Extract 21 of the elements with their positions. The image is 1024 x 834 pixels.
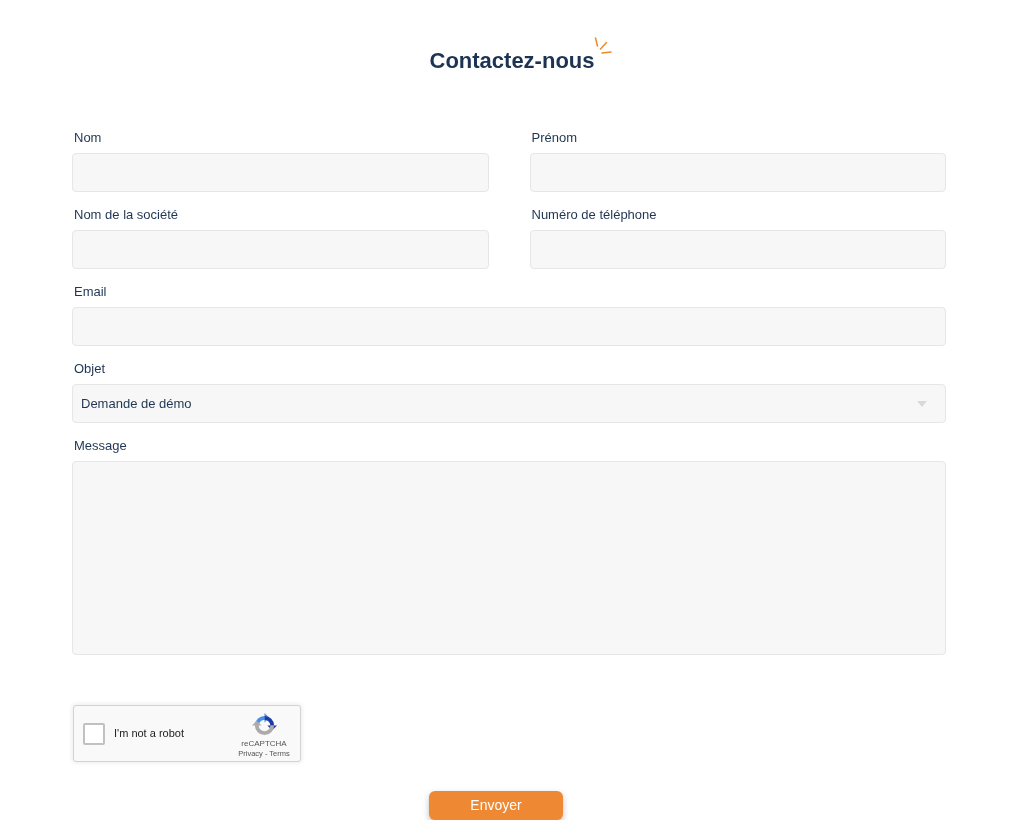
captcha-label: I'm not a robot [114,726,184,742]
circular-arrows-icon [251,712,277,738]
message-field[interactable] [72,461,946,655]
checkbox[interactable] [83,722,105,745]
select-field[interactable]: Demande de démo [72,384,946,423]
input-field[interactable] [72,307,946,346]
input-field[interactable] [72,153,489,192]
input-field[interactable] [529,230,946,269]
captcha-brand-text: reCAPTCHA [241,738,287,749]
sparkle-icon [593,37,612,57]
field-label: Email [73,284,107,300]
input-field[interactable] [72,230,489,269]
field-label: Message [73,438,127,454]
field-label: Numéro de téléphone [530,207,657,223]
caret-icon [917,400,927,407]
field-label: Nom de la société [73,207,179,223]
field-label: Prénom [530,130,578,146]
field-label: Objet [73,361,106,377]
page-title: Contactez-nous [429,47,595,75]
input-field[interactable] [529,153,946,192]
field-label: Nom [73,130,102,146]
